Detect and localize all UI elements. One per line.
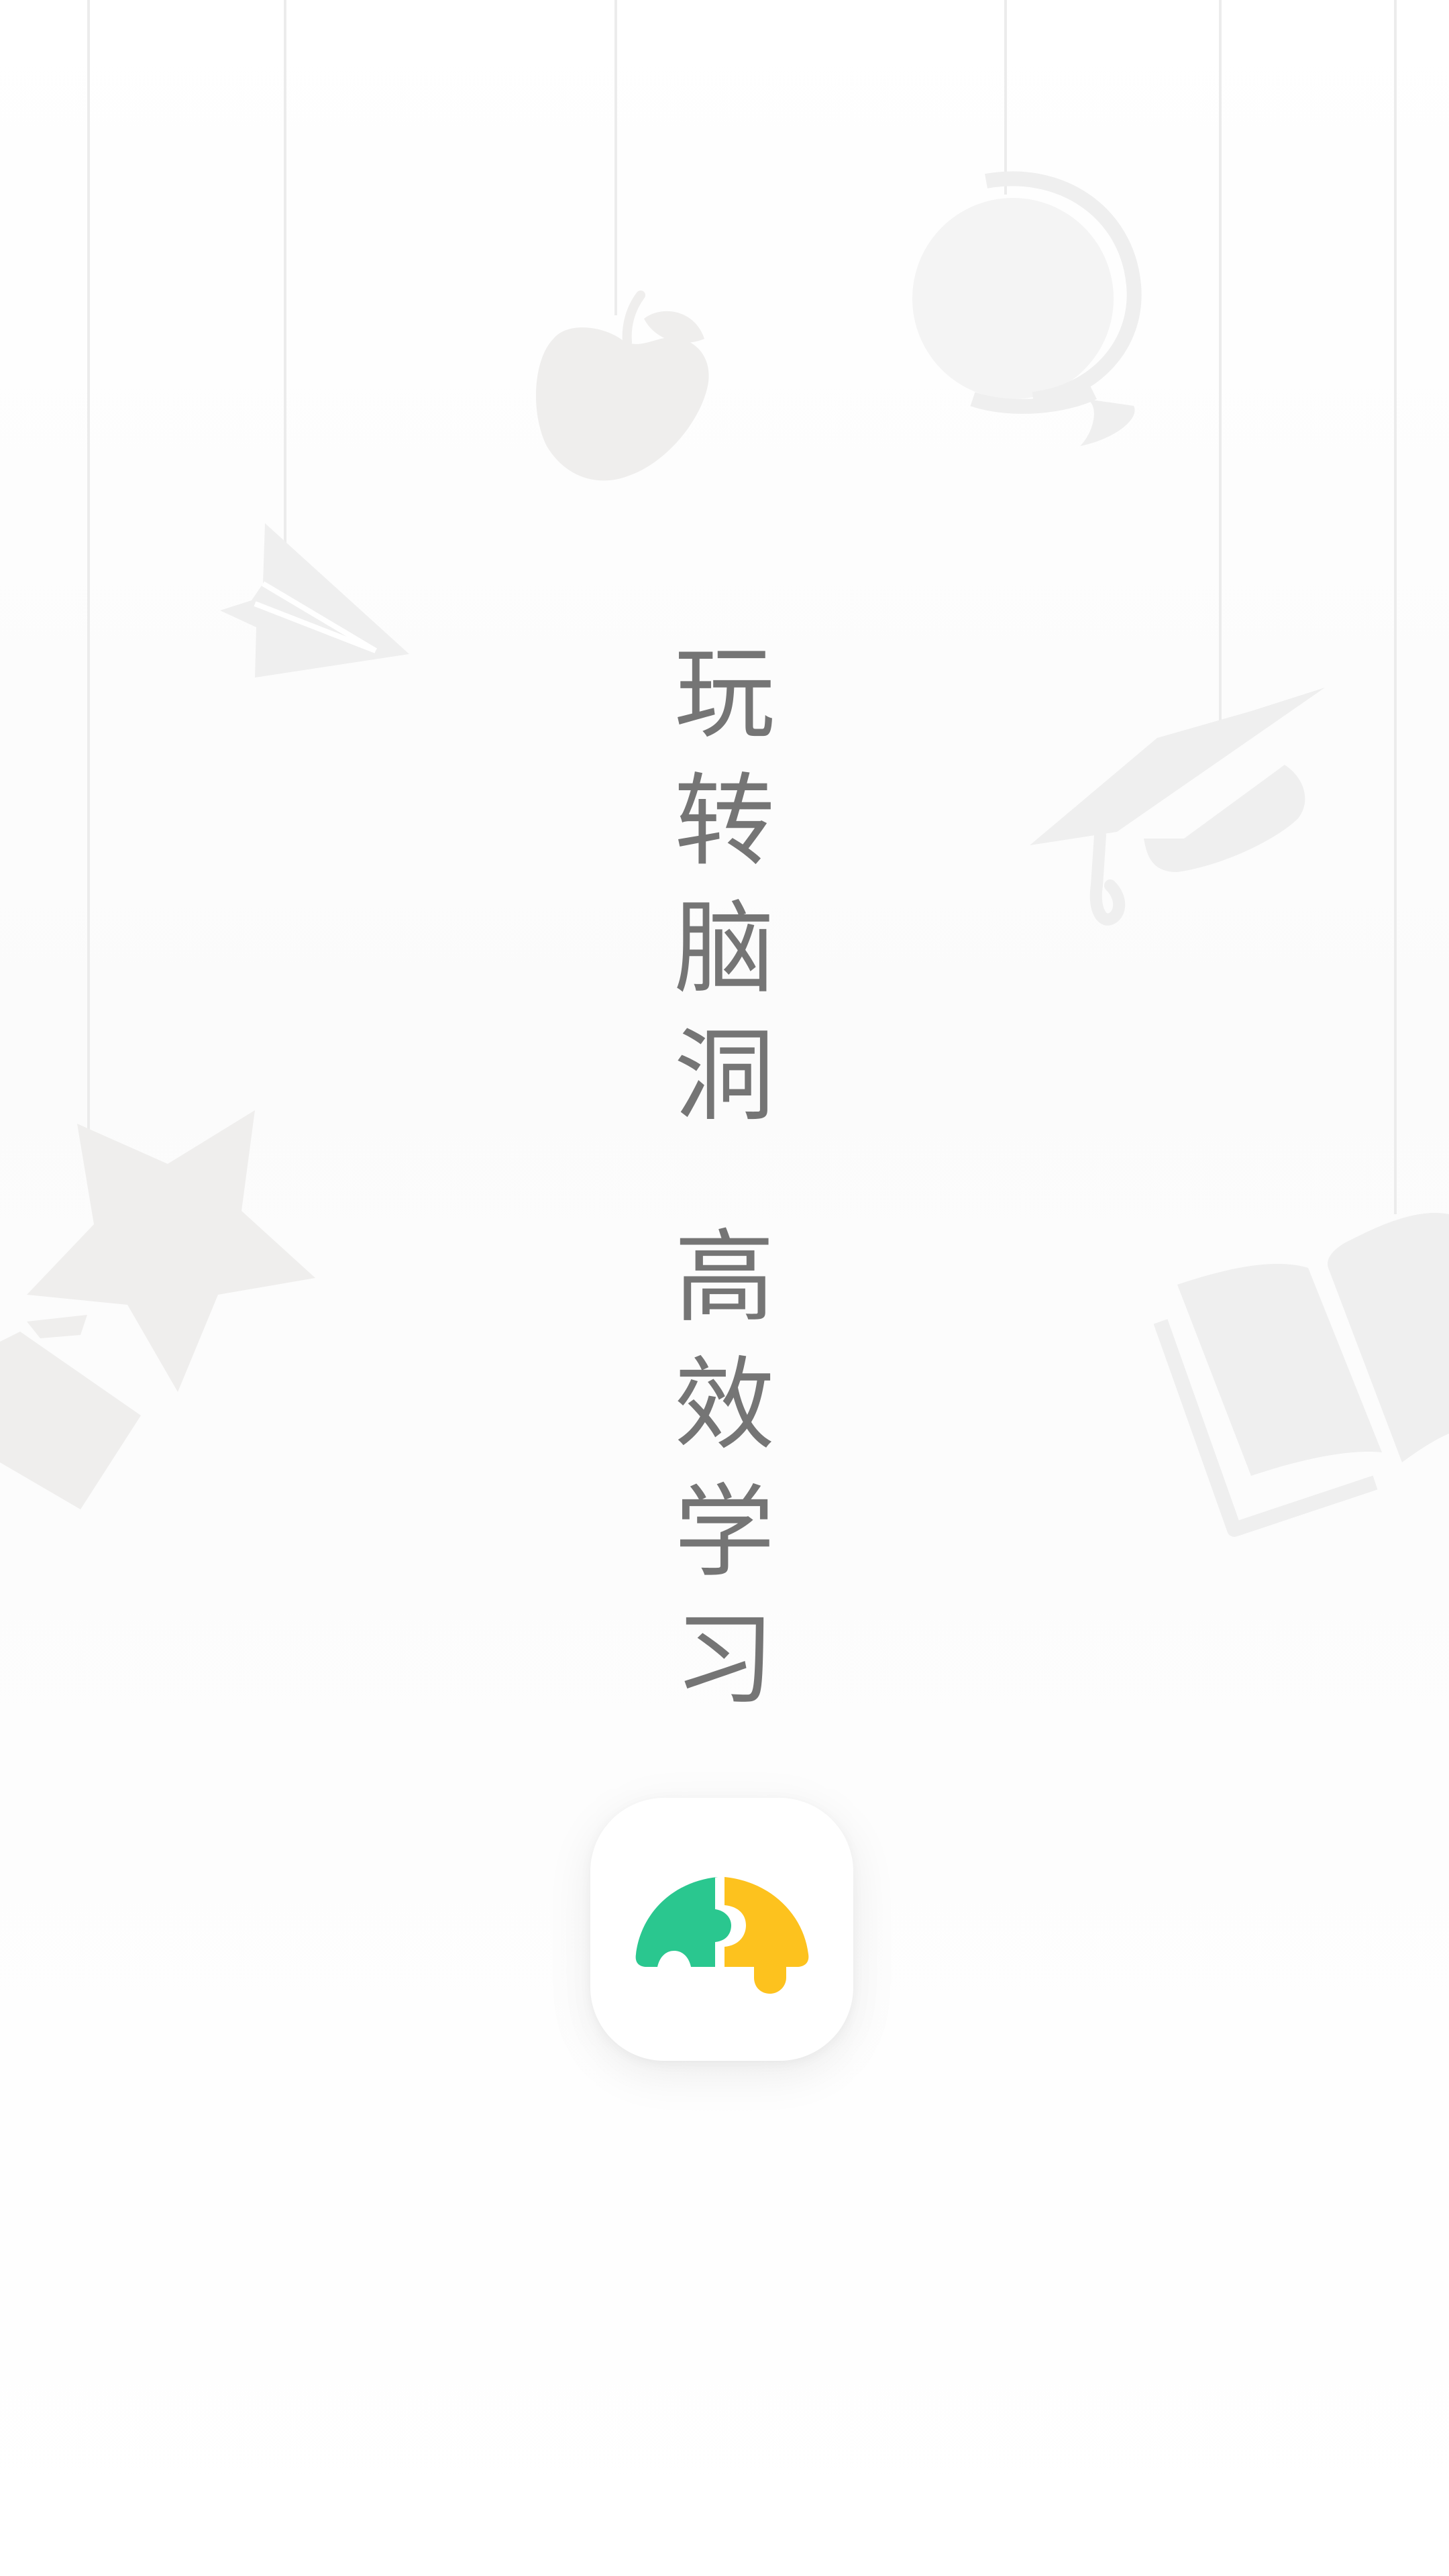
slogan-char: 玩 bbox=[674, 636, 775, 753]
hanging-string bbox=[1004, 0, 1007, 195]
slogan-char: 转 bbox=[674, 763, 775, 880]
slogan-line-1: 玩 转 脑 洞 bbox=[674, 631, 775, 1140]
slogan: 玩 转 脑 洞 高 效 学 习 bbox=[644, 631, 805, 1724]
puzzle-turtle-logo-icon bbox=[635, 1877, 809, 1994]
app-logo bbox=[590, 1798, 853, 2061]
graduation-cap-icon bbox=[1030, 684, 1332, 953]
hanging-string bbox=[284, 0, 286, 543]
hanging-string bbox=[614, 0, 617, 315]
slogan-char: 习 bbox=[674, 1602, 775, 1719]
paper-plane-icon bbox=[215, 517, 416, 684]
slogan-char: 脑 bbox=[674, 891, 775, 1008]
slogan-char: 洞 bbox=[674, 1018, 775, 1135]
pencil-icon bbox=[0, 1308, 154, 1523]
slogan-char: 学 bbox=[674, 1474, 775, 1591]
hanging-string bbox=[87, 0, 90, 1140]
hanging-string bbox=[1219, 0, 1222, 731]
apple-icon bbox=[527, 285, 728, 500]
slogan-char: 高 bbox=[674, 1220, 775, 1336]
globe-icon bbox=[912, 171, 1147, 453]
open-book-icon bbox=[1154, 1194, 1449, 1556]
slogan-char: 效 bbox=[674, 1347, 775, 1464]
hanging-string bbox=[1394, 0, 1397, 1214]
splash-screen: 玩 转 脑 洞 高 效 学 习 bbox=[0, 0, 1449, 2576]
slogan-line-2: 高 效 学 习 bbox=[674, 1214, 775, 1724]
